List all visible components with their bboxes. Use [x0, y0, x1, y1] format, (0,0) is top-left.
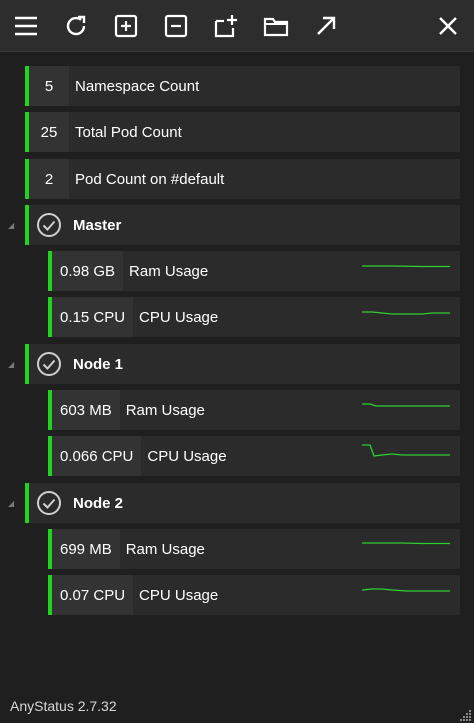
open-external-icon[interactable]: [310, 10, 342, 42]
node-master-name: Master: [73, 216, 122, 234]
master-cpu-label: CPU Usage: [139, 308, 219, 326]
node-1-cpu-sparkline: [362, 444, 450, 457]
pod-count-default-label: Pod Count on #default: [75, 170, 225, 188]
node-2-cpu-label: CPU Usage: [139, 586, 219, 604]
node-1-row[interactable]: Node 1: [25, 344, 460, 384]
node-2-name: Node 2: [73, 494, 124, 512]
expander-node-2[interactable]: ◢: [8, 500, 16, 508]
node-2-ram-sparkline: [362, 542, 450, 545]
resize-grip-icon[interactable]: [460, 709, 472, 721]
node-1-name: Node 1: [73, 355, 124, 373]
node-2-ram-row[interactable]: 699 MB Ram Usage: [48, 529, 460, 569]
refresh-icon[interactable]: [60, 10, 92, 42]
master-ram-row[interactable]: 0.98 GB Ram Usage: [48, 251, 460, 291]
node-1-cpu-label: CPU Usage: [147, 447, 227, 465]
menu-icon[interactable]: [10, 10, 42, 42]
node-1-ram-row[interactable]: 603 MB Ram Usage: [48, 390, 460, 430]
node-1-ram-label: Ram Usage: [125, 401, 205, 419]
node-1-cpu-row[interactable]: 0.066 CPU CPU Usage: [48, 436, 460, 476]
check-circle-icon: [29, 483, 69, 523]
check-circle-icon: [29, 205, 69, 245]
remove-icon[interactable]: [160, 10, 192, 42]
namespace-count-value: 5: [29, 66, 69, 106]
node-master-row[interactable]: Master: [25, 205, 460, 245]
total-pod-count-row[interactable]: 25 Total Pod Count: [25, 112, 460, 152]
folder-icon[interactable]: [260, 10, 292, 42]
node-1-cpu-value: 0.066 CPU: [52, 436, 142, 476]
namespace-count-label: Namespace Count: [75, 77, 200, 95]
node-2-ram-value: 699 MB: [52, 529, 120, 569]
total-pod-count-label: Total Pod Count: [75, 123, 182, 141]
master-ram-label: Ram Usage: [129, 262, 209, 280]
master-cpu-sparkline: [362, 311, 450, 315]
node-1-ram-value: 603 MB: [52, 390, 120, 430]
total-pod-count-value: 25: [29, 112, 69, 152]
add-folder-icon[interactable]: [210, 10, 242, 42]
pod-count-default-row[interactable]: 2 Pod Count on #default: [25, 159, 460, 199]
master-cpu-value: 0.15 CPU: [52, 297, 134, 337]
expander-node-1[interactable]: ◢: [8, 361, 16, 369]
master-ram-sparkline: [362, 265, 450, 268]
toolbar: [0, 0, 474, 52]
app-version: AnyStatus 2.7.32: [10, 698, 117, 714]
pod-count-default-value: 2: [29, 159, 69, 199]
node-2-cpu-value: 0.07 CPU: [52, 575, 134, 615]
node-1-ram-sparkline: [362, 403, 450, 407]
node-2-cpu-row[interactable]: 0.07 CPU CPU Usage: [48, 575, 460, 615]
node-2-cpu-sparkline: [362, 588, 450, 592]
namespace-count-row[interactable]: 5 Namespace Count: [25, 66, 460, 106]
node-2-row[interactable]: Node 2: [25, 483, 460, 523]
master-ram-value: 0.98 GB: [52, 251, 124, 291]
node-2-ram-label: Ram Usage: [125, 540, 205, 558]
expander-master[interactable]: ◢: [8, 222, 16, 230]
check-circle-icon: [29, 344, 69, 384]
close-icon[interactable]: [432, 10, 464, 42]
master-cpu-row[interactable]: 0.15 CPU CPU Usage: [48, 297, 460, 337]
add-icon[interactable]: [110, 10, 142, 42]
